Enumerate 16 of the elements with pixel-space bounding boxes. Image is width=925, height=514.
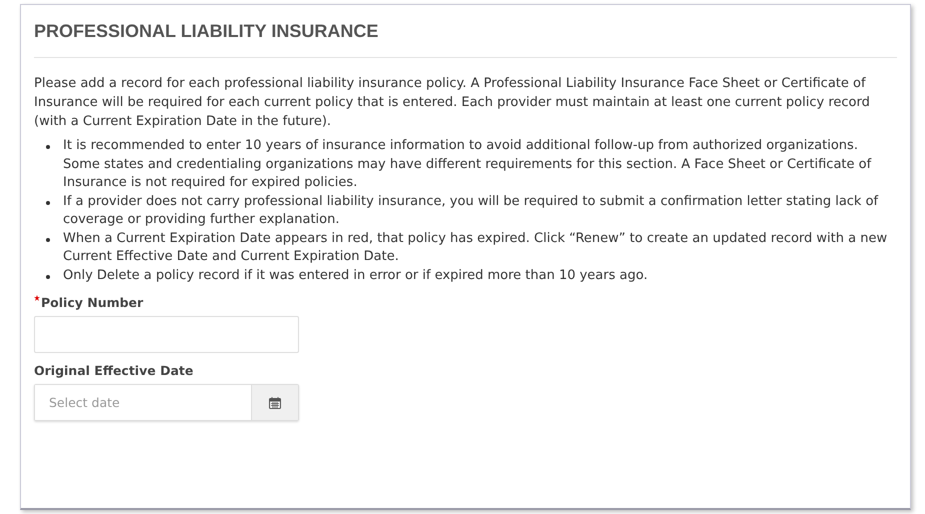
bullet-text: If a provider does not carry professional liability insurance, you will be required to submit a confirmation letter stating lack of coverage or providing further explanation.	[63, 192, 880, 229]
bullet-icon	[46, 238, 50, 242]
intro-text: Please add a record for each professional liability insurance policy. A Professional Liability Insurance Face Sheet or Certificate of Insurance will be required for each current policy that is entered. Each provider must maintain at least one current policy record (with a Current Expiration Date in the future).	[34, 75, 871, 131]
bullet-text: Only Delete a policy record if it was entered in error or if expired more than 10 years ago.	[63, 266, 648, 284]
section-title: PROFESSIONAL LIABILITY INSURANCE	[34, 5, 897, 58]
bullet-text: When a Current Expiration Date appears in red, that policy has expired. Click “Renew” to create an updated record with a new Current Effective Date and Current Expiration Date.	[63, 230, 888, 266]
calendar-icon	[269, 396, 281, 408]
bullet-icon	[46, 145, 50, 149]
field-label: Policy Number	[41, 295, 144, 310]
bullet-icon	[46, 274, 50, 278]
field-label: Original Effective Date	[34, 363, 194, 378]
bullet-icon	[46, 200, 50, 204]
bullet-text: It is recommended to enter 10 years of insurance information to avoid additional follow-up from authorized organizations. Some states and credentialing organizations may have different requirements for this section. A Face Sheet or Certificate of Insurance is not required for expired policies.	[63, 137, 872, 192]
date-field[interactable]: Select date	[34, 384, 299, 421]
calendar-button[interactable]	[251, 385, 298, 420]
input-field[interactable]	[34, 316, 299, 353]
